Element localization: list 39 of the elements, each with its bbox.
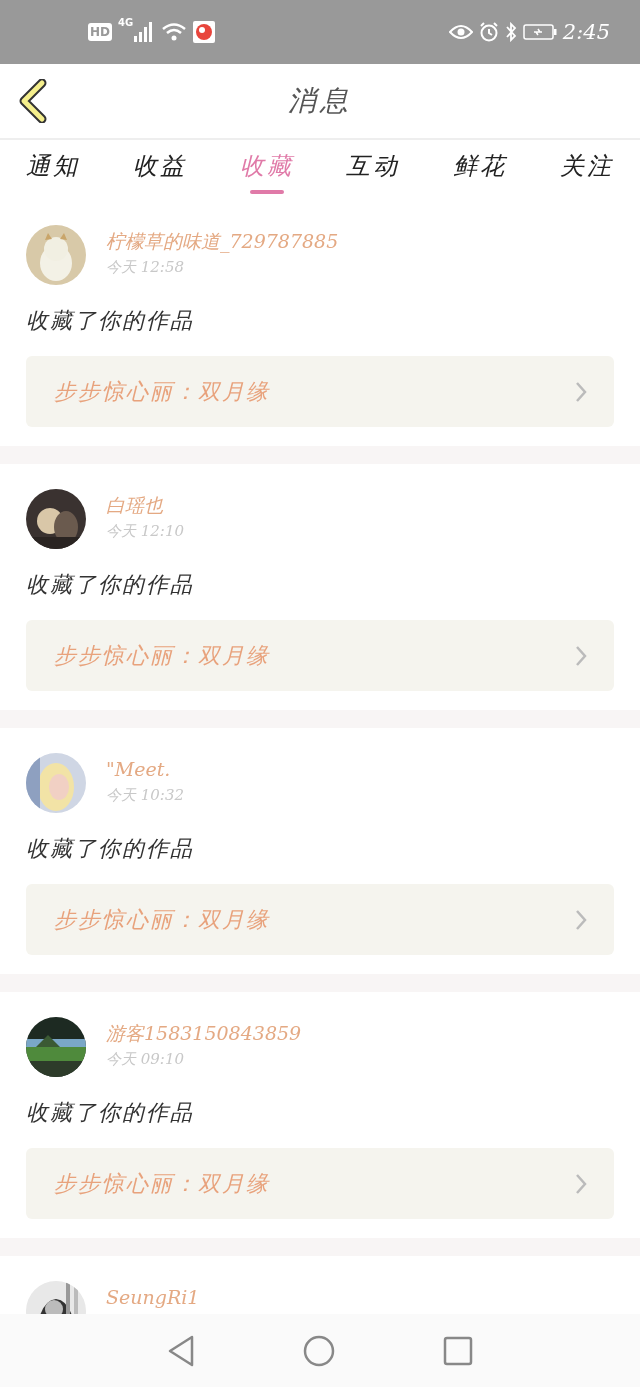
alarm-icon	[478, 22, 499, 42]
user-name[interactable]: SeungRi1	[106, 1287, 200, 1308]
user-name[interactable]: 柠檬草的味道_729787885	[106, 231, 339, 252]
user-name[interactable]: "Meet.	[106, 759, 184, 780]
work-link[interactable]: 步步惊心丽：双月缘	[26, 884, 614, 955]
chevron-right-icon	[574, 908, 588, 931]
eye-icon	[448, 24, 473, 40]
message-text: 收藏了你的作品	[26, 571, 195, 599]
user-name[interactable]: 游客1583150843859	[106, 1023, 302, 1044]
page-title: 消息	[288, 83, 352, 119]
work-link[interactable]: 步步惊心丽：双月缘	[26, 1148, 614, 1219]
back-button[interactable]	[18, 79, 48, 123]
message-text: 收藏了你的作品	[26, 307, 195, 335]
bluetooth-icon	[504, 22, 517, 42]
message-text: 收藏了你的作品	[26, 835, 195, 863]
tab[interactable]: 收藏	[213, 140, 320, 200]
tab[interactable]: 通知	[0, 140, 107, 200]
back-triangle-icon[interactable]	[167, 1333, 195, 1368]
work-link[interactable]: 步步惊心丽：双月缘	[26, 620, 614, 691]
tab-underline	[249, 190, 284, 194]
home-circle-icon[interactable]	[303, 1334, 335, 1367]
tab[interactable]: 关注	[533, 140, 640, 200]
hd-badge: HD	[88, 23, 112, 41]
network-label: 4G	[118, 17, 134, 28]
back-chevron-icon	[18, 79, 48, 123]
battery-icon	[522, 24, 557, 40]
work-link[interactable]: 步步惊心丽：双月缘	[26, 356, 614, 427]
clock-time: 2:45	[562, 20, 610, 44]
tab[interactable]: 鲜花	[426, 140, 534, 200]
tab[interactable]: 互动	[320, 140, 427, 200]
chevron-right-icon	[574, 380, 588, 403]
app-icon	[193, 21, 216, 43]
chevron-right-icon	[574, 1172, 588, 1195]
recents-square-icon[interactable]	[443, 1335, 473, 1366]
message-text: 收藏了你的作品	[26, 1099, 195, 1127]
user-name[interactable]: 白瑶也	[106, 495, 184, 516]
tab[interactable]: 收益	[106, 140, 214, 200]
chevron-right-icon	[574, 644, 588, 667]
wifi-icon	[161, 22, 188, 42]
